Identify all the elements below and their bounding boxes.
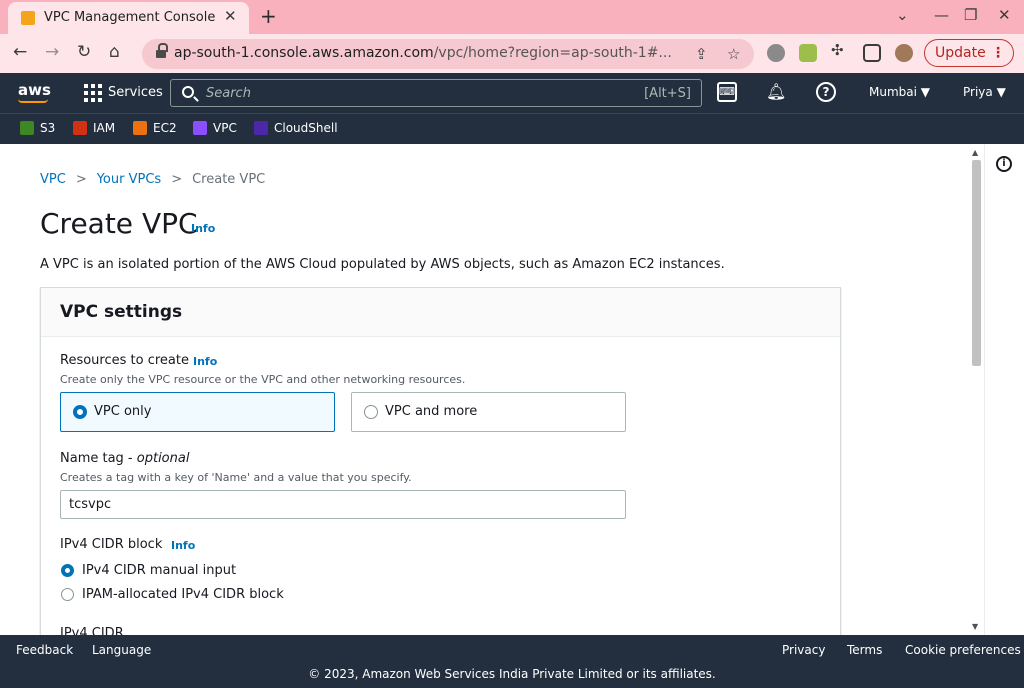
ipv4-cidr-block-label: IPv4 CIDR block (60, 537, 163, 552)
services-grid-icon[interactable] (84, 84, 102, 102)
language-link[interactable]: Language (92, 643, 151, 657)
close-window-icon[interactable]: ✕ (998, 6, 1011, 24)
vpc-icon (193, 121, 207, 135)
help-panel-rail: i (984, 144, 1024, 635)
notifications-bell-icon[interactable]: 🔔︎ (766, 82, 786, 102)
console-footer: Feedback Language Privacy Terms Cookie p… (0, 635, 1024, 688)
search-shortcut: [Alt+S] (644, 86, 691, 101)
vpc-and-more-option[interactable]: VPC and more (351, 392, 626, 432)
close-tab-icon[interactable]: ✕ (224, 7, 237, 25)
cloudshell-icon[interactable]: ⌨ (717, 82, 737, 102)
aws-logo[interactable]: aws (18, 81, 51, 103)
scroll-up-icon[interactable]: ▲ (972, 148, 978, 157)
panel-title: VPC settings (60, 302, 183, 322)
radio-selected[interactable] (73, 405, 87, 419)
extension-icon[interactable] (767, 44, 785, 62)
reload-icon[interactable]: ↻ (77, 42, 91, 62)
vpc-only-option[interactable]: VPC only (60, 392, 335, 432)
lock-icon (156, 43, 168, 59)
radio-unselected[interactable] (364, 405, 378, 419)
bookmark-star-icon[interactable]: ☆ (727, 45, 740, 63)
name-tag-hint: Creates a tag with a key of 'Name' and a… (60, 471, 412, 484)
restore-icon[interactable]: ❐ (964, 6, 977, 24)
services-menu[interactable]: Services (108, 85, 163, 100)
sidepanel-icon[interactable] (863, 44, 881, 62)
chevron-right-icon: > (171, 172, 183, 187)
aws-favicon-icon (21, 11, 35, 25)
ipv4-info-link[interactable]: Info (171, 539, 195, 552)
radio-selected[interactable] (61, 564, 74, 577)
page-scrollbar[interactable]: ▲ ▼ (968, 144, 984, 635)
minimize-icon[interactable]: — (934, 6, 949, 24)
forward-icon[interactable]: → (45, 42, 59, 62)
breadcrumb-vpc[interactable]: VPC (40, 172, 66, 187)
panel-header: VPC settings (41, 288, 840, 337)
account-menu[interactable]: Priya ▼ (963, 85, 1006, 99)
extension-icon[interactable] (799, 44, 817, 62)
update-button[interactable]: Update ⋮ (924, 39, 1014, 67)
search-icon (182, 86, 194, 98)
terms-link[interactable]: Terms (847, 643, 882, 657)
breadcrumb-your-vpcs[interactable]: Your VPCs (97, 172, 161, 187)
s3-icon (20, 121, 34, 135)
scroll-down-icon[interactable]: ▼ (972, 622, 978, 631)
feedback-link[interactable]: Feedback (16, 643, 73, 657)
privacy-link[interactable]: Privacy (782, 643, 825, 657)
browser-tab-bar: VPC Management Console ✕ + ⌄ — ❐ ✕ (0, 0, 1024, 34)
name-tag-label: Name tag - optional (60, 451, 190, 466)
browser-tab[interactable]: VPC Management Console ✕ (8, 2, 249, 34)
breadcrumb-current: Create VPC (192, 172, 266, 187)
scrollbar-thumb[interactable] (972, 160, 981, 366)
breadcrumb: VPC > Your VPCs > Create VPC (40, 172, 265, 187)
ec2-icon (133, 121, 147, 135)
copyright: © 2023, Amazon Web Services India Privat… (308, 667, 716, 681)
browser-toolbar: ← → ↻ ⌂ ap-south-1.console.aws.amazon.co… (0, 34, 1024, 73)
ipv4-cidr-label: IPv4 CIDR (60, 626, 124, 635)
chevron-right-icon: > (75, 172, 87, 187)
help-icon[interactable]: ? (816, 82, 836, 102)
tab-title: VPC Management Console (44, 10, 216, 25)
page-title: Create VPC (40, 207, 198, 240)
page-description: A VPC is an isolated portion of the AWS … (40, 257, 725, 272)
info-link[interactable]: Info (191, 222, 215, 235)
search-input[interactable]: Search [Alt+S] (170, 79, 702, 107)
radio-unselected[interactable] (61, 588, 74, 601)
resources-label: Resources to create (60, 353, 189, 368)
cloudshell-icon (254, 121, 268, 135)
resources-info-link[interactable]: Info (193, 355, 217, 368)
region-selector[interactable]: Mumbai ▼ (869, 85, 930, 99)
main-content: VPC > Your VPCs > Create VPC Create VPC Info… (0, 144, 984, 635)
address-bar[interactable]: ap-south-1.console.aws.amazon.com/vpc/ho… (142, 39, 754, 69)
vpc-settings-panel: VPC settings Resources to create Info Cr… (40, 287, 841, 635)
share-icon[interactable]: ⇪ (695, 45, 708, 63)
back-icon[interactable]: ← (13, 42, 27, 62)
iam-icon (73, 121, 87, 135)
resources-hint: Create only the VPC resource or the VPC … (60, 373, 466, 386)
tab-search-icon[interactable]: ⌄ (896, 6, 909, 24)
name-tag-input[interactable] (60, 490, 626, 519)
extensions-puzzle-icon[interactable]: ✣ (831, 41, 849, 59)
cookie-preferences-link[interactable]: Cookie preferences (905, 643, 1021, 657)
info-panel-icon[interactable]: i (996, 156, 1012, 172)
home-icon[interactable]: ⌂ (109, 42, 120, 62)
search-placeholder: Search (206, 86, 251, 101)
url-text: ap-south-1.console.aws.amazon.com/vpc/ho… (174, 45, 672, 61)
favorites-bar: S3 IAM EC2 VPC CloudShell (0, 113, 1024, 144)
aws-top-nav: aws Services Search [Alt+S] ⌨ 🔔︎ ? Mumba… (0, 73, 1024, 113)
profile-avatar[interactable] (895, 44, 913, 62)
new-tab-icon[interactable]: + (260, 4, 277, 28)
